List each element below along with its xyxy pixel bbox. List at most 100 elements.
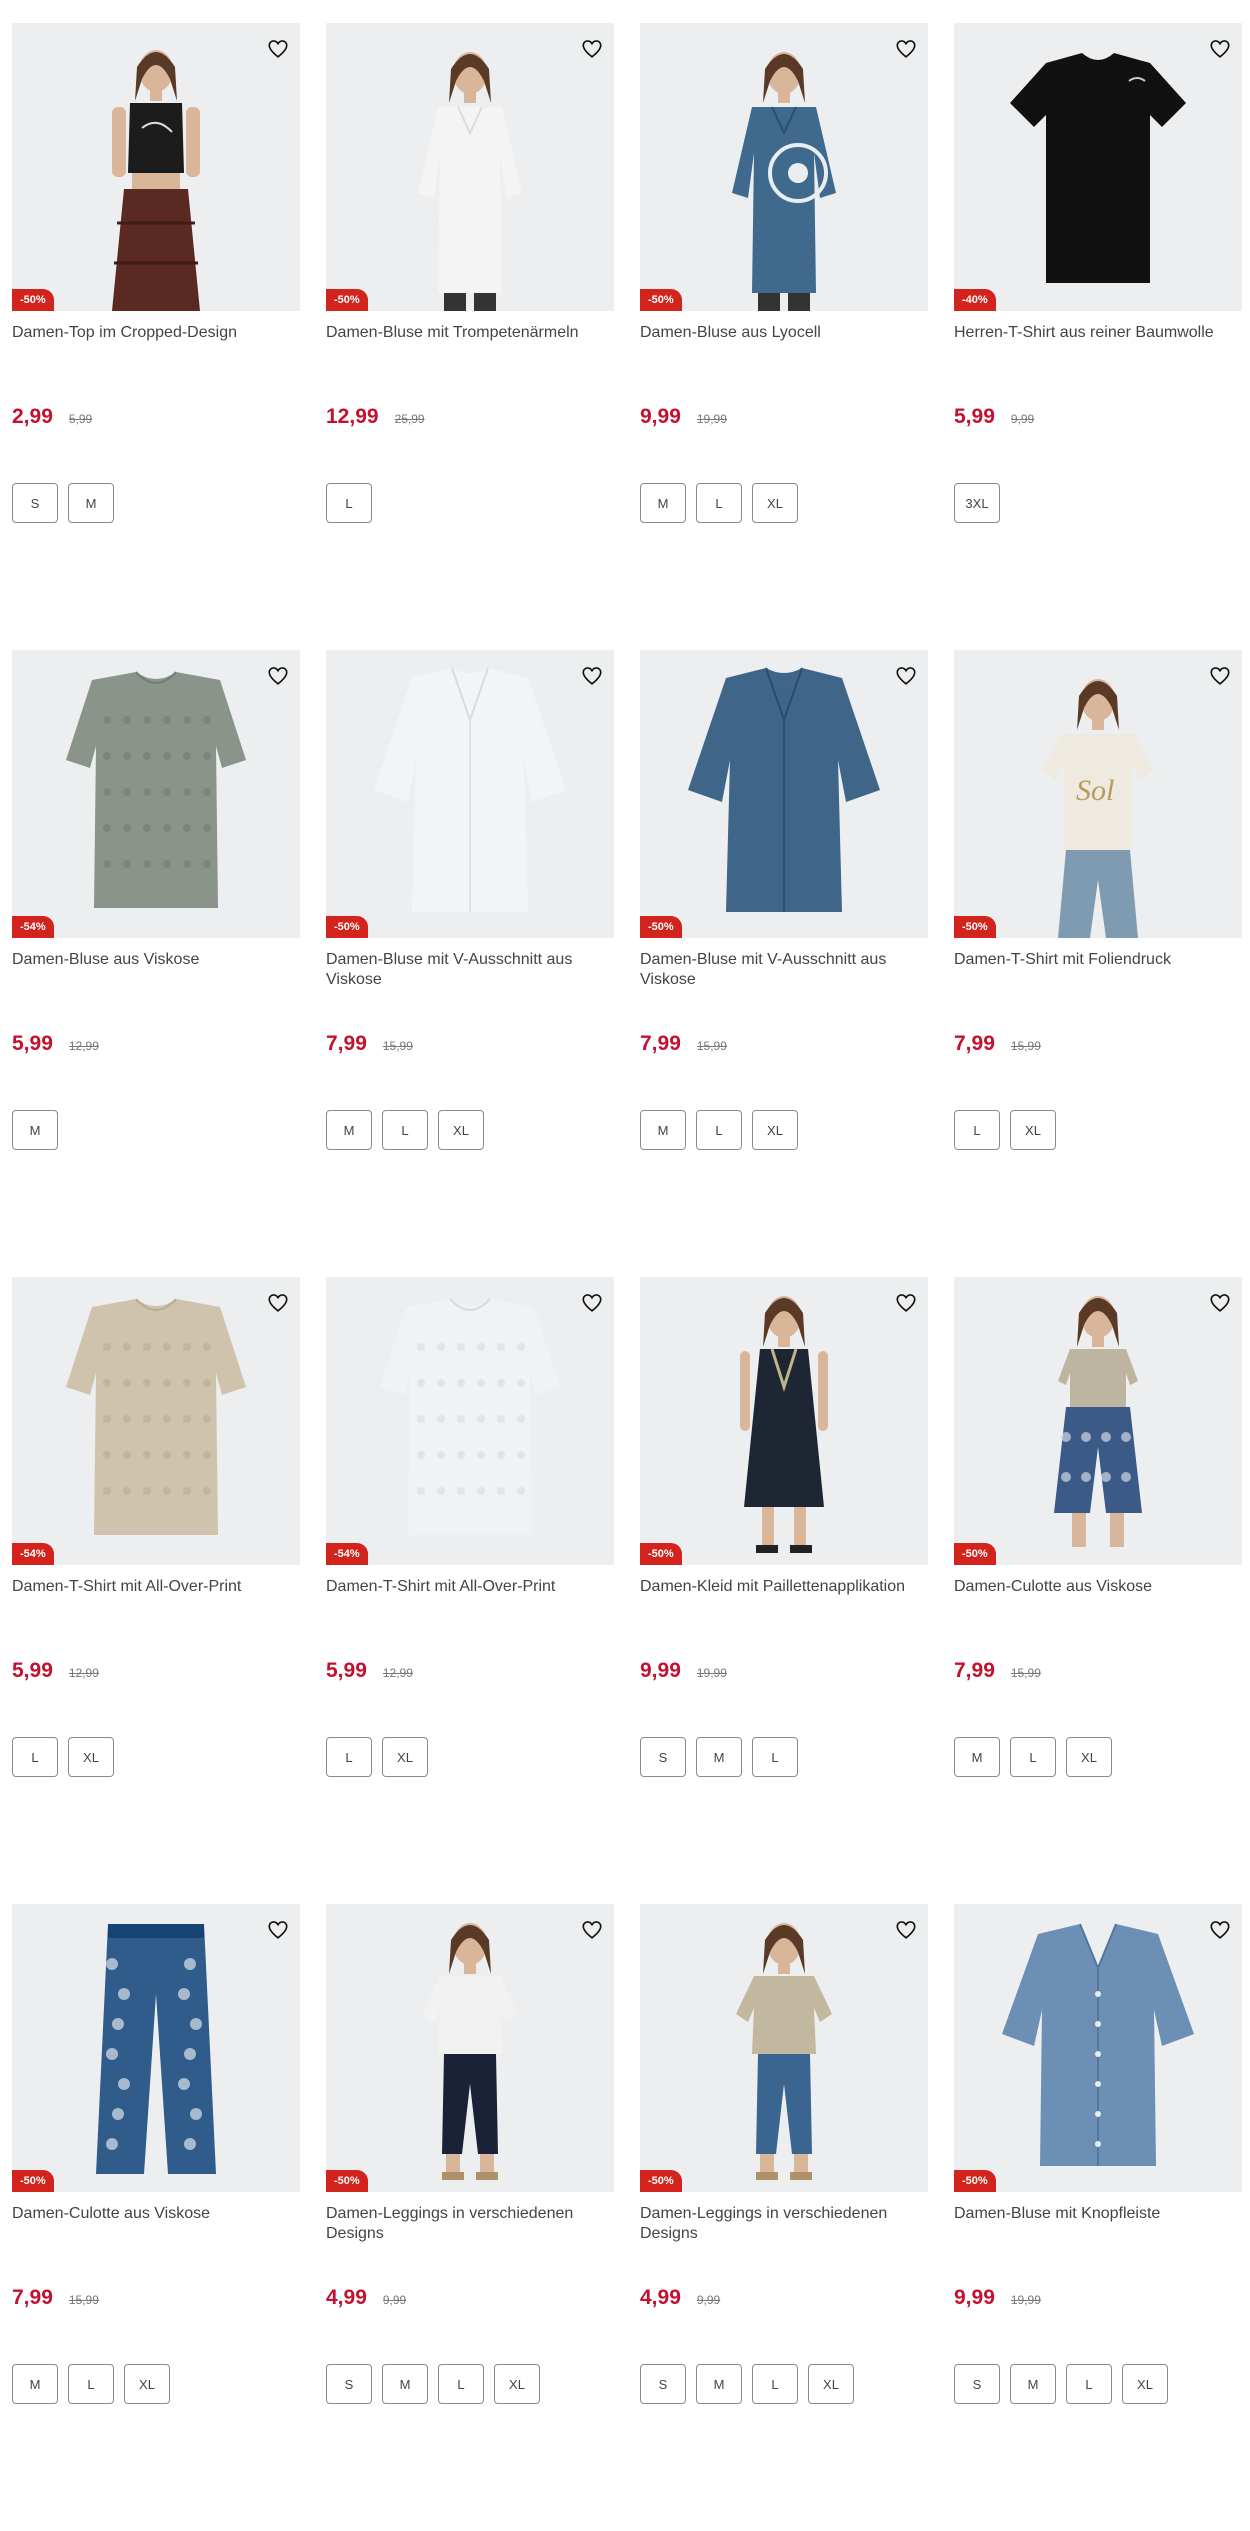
size-option-l[interactable]: L <box>954 1110 1000 1150</box>
heart-outline-icon[interactable] <box>576 33 608 65</box>
heart-outline-icon[interactable] <box>1204 660 1236 692</box>
size-option-l[interactable]: L <box>696 1110 742 1150</box>
product-image[interactable]: -50% <box>640 1277 928 1565</box>
heart-outline-icon[interactable] <box>1204 1287 1236 1319</box>
size-option-l[interactable]: L <box>752 2364 798 2404</box>
product-image[interactable]: -50% <box>954 1904 1242 2192</box>
size-option-s[interactable]: S <box>640 2364 686 2404</box>
product-image[interactable]: -50% <box>12 1904 300 2192</box>
size-option-xl[interactable]: XL <box>1010 1110 1056 1150</box>
size-option-xl[interactable]: XL <box>494 2364 540 2404</box>
size-option-m[interactable]: M <box>696 2364 742 2404</box>
heart-outline-icon[interactable] <box>262 1914 294 1946</box>
size-option-l[interactable]: L <box>326 483 372 523</box>
product-card-13[interactable]: -50% Damen-Culotte aus Viskose 7,99 15,9… <box>12 1904 300 2531</box>
size-option-m[interactable]: M <box>12 2364 58 2404</box>
size-option-m[interactable]: M <box>382 2364 428 2404</box>
size-option-xl[interactable]: XL <box>752 1110 798 1150</box>
heart-outline-icon[interactable] <box>262 1287 294 1319</box>
product-title[interactable]: Damen-Leggings in verschiedenen Designs <box>640 2204 928 2264</box>
product-title[interactable]: Damen-Kleid mit Paillettenapplikation <box>640 1577 928 1637</box>
size-option-m[interactable]: M <box>696 1737 742 1777</box>
size-option-m[interactable]: M <box>640 483 686 523</box>
product-card-15[interactable]: -50% Damen-Leggings in verschiedenen Des… <box>640 1904 928 2531</box>
product-title[interactable]: Damen-T-Shirt mit All-Over-Print <box>326 1577 614 1637</box>
size-option-m[interactable]: M <box>640 1110 686 1150</box>
product-title[interactable]: Damen-Bluse aus Viskose <box>12 950 300 1010</box>
heart-outline-icon[interactable] <box>576 660 608 692</box>
product-card-1[interactable]: -50% Damen-Top im Cropped-Design 2,99 5,… <box>12 23 300 650</box>
product-image[interactable]: -50% <box>12 23 300 311</box>
product-image[interactable]: -50% <box>954 1277 1242 1565</box>
product-card-14[interactable]: -50% Damen-Leggings in verschiedenen Des… <box>326 1904 614 2531</box>
size-option-xl[interactable]: XL <box>68 1737 114 1777</box>
size-option-xl[interactable]: XL <box>1122 2364 1168 2404</box>
product-image[interactable]: -50% <box>640 650 928 938</box>
size-option-s[interactable]: S <box>640 1737 686 1777</box>
size-option-xl[interactable]: XL <box>124 2364 170 2404</box>
size-option-m[interactable]: M <box>68 483 114 523</box>
heart-outline-icon[interactable] <box>890 660 922 692</box>
product-title[interactable]: Damen-Bluse mit Trompetenärmeln <box>326 323 614 383</box>
product-card-2[interactable]: -50% Damen-Bluse mit Trompetenärmeln 12,… <box>326 23 614 650</box>
size-option-xl[interactable]: XL <box>438 1110 484 1150</box>
product-card-4[interactable]: -40% Herren-T-Shirt aus reiner Baumwolle… <box>954 23 1242 650</box>
heart-outline-icon[interactable] <box>890 1914 922 1946</box>
product-image[interactable]: Sol -50% <box>954 650 1242 938</box>
size-option-l[interactable]: L <box>68 2364 114 2404</box>
product-title[interactable]: Damen-Top im Cropped-Design <box>12 323 300 383</box>
product-title[interactable]: Herren-T-Shirt aus reiner Baumwolle <box>954 323 1242 383</box>
size-option-l[interactable]: L <box>1010 1737 1056 1777</box>
size-option-l[interactable]: L <box>696 483 742 523</box>
product-card-9[interactable]: -54% Damen-T-Shirt mit All-Over-Print 5,… <box>12 1277 300 1904</box>
size-option-m[interactable]: M <box>1010 2364 1056 2404</box>
product-card-6[interactable]: -50% Damen-Bluse mit V-Ausschnitt aus Vi… <box>326 650 614 1277</box>
product-title[interactable]: Damen-T-Shirt mit All-Over-Print <box>12 1577 300 1637</box>
heart-outline-icon[interactable] <box>262 33 294 65</box>
product-card-7[interactable]: -50% Damen-Bluse mit V-Ausschnitt aus Vi… <box>640 650 928 1277</box>
heart-outline-icon[interactable] <box>890 33 922 65</box>
product-image[interactable]: -50% <box>326 650 614 938</box>
size-option-s[interactable]: S <box>326 2364 372 2404</box>
size-option-m[interactable]: M <box>326 1110 372 1150</box>
product-card-16[interactable]: -50% Damen-Bluse mit Knopfleiste 9,99 19… <box>954 1904 1242 2531</box>
size-option-m[interactable]: M <box>954 1737 1000 1777</box>
product-image[interactable]: -50% <box>326 23 614 311</box>
product-card-5[interactable]: -54% Damen-Bluse aus Viskose 5,99 12,99 … <box>12 650 300 1277</box>
product-card-3[interactable]: -50% Damen-Bluse aus Lyocell 9,99 19,99 … <box>640 23 928 650</box>
product-image[interactable]: -40% <box>954 23 1242 311</box>
product-card-10[interactable]: -54% Damen-T-Shirt mit All-Over-Print 5,… <box>326 1277 614 1904</box>
size-option-l[interactable]: L <box>1066 2364 1112 2404</box>
heart-outline-icon[interactable] <box>262 660 294 692</box>
product-image[interactable]: -50% <box>326 1904 614 2192</box>
size-option-m[interactable]: M <box>12 1110 58 1150</box>
product-image[interactable]: -50% <box>640 23 928 311</box>
size-option-xl[interactable]: XL <box>808 2364 854 2404</box>
product-title[interactable]: Damen-Bluse mit Knopfleiste <box>954 2204 1242 2264</box>
product-image[interactable]: -54% <box>12 650 300 938</box>
heart-outline-icon[interactable] <box>1204 33 1236 65</box>
product-card-11[interactable]: -50% Damen-Kleid mit Paillettenapplikati… <box>640 1277 928 1904</box>
product-title[interactable]: Damen-Bluse mit V-Ausschnitt aus Viskose <box>326 950 614 1010</box>
product-image[interactable]: -50% <box>640 1904 928 2192</box>
heart-outline-icon[interactable] <box>890 1287 922 1319</box>
product-title[interactable]: Damen-T-Shirt mit Foliendruck <box>954 950 1242 1010</box>
product-image[interactable]: -54% <box>12 1277 300 1565</box>
heart-outline-icon[interactable] <box>576 1287 608 1319</box>
size-option-s[interactable]: S <box>12 483 58 523</box>
size-option-3xl[interactable]: 3XL <box>954 483 1000 523</box>
product-title[interactable]: Damen-Culotte aus Viskose <box>954 1577 1242 1637</box>
size-option-xl[interactable]: XL <box>1066 1737 1112 1777</box>
product-image[interactable]: -54% <box>326 1277 614 1565</box>
size-option-l[interactable]: L <box>12 1737 58 1777</box>
heart-outline-icon[interactable] <box>1204 1914 1236 1946</box>
size-option-l[interactable]: L <box>438 2364 484 2404</box>
size-option-xl[interactable]: XL <box>382 1737 428 1777</box>
size-option-s[interactable]: S <box>954 2364 1000 2404</box>
heart-outline-icon[interactable] <box>576 1914 608 1946</box>
product-title[interactable]: Damen-Bluse mit V-Ausschnitt aus Viskose <box>640 950 928 1010</box>
size-option-l[interactable]: L <box>752 1737 798 1777</box>
product-card-12[interactable]: -50% Damen-Culotte aus Viskose 7,99 15,9… <box>954 1277 1242 1904</box>
size-option-l[interactable]: L <box>326 1737 372 1777</box>
product-card-8[interactable]: Sol -50% Damen-T-Shirt mit Foliendruck 7… <box>954 650 1242 1277</box>
